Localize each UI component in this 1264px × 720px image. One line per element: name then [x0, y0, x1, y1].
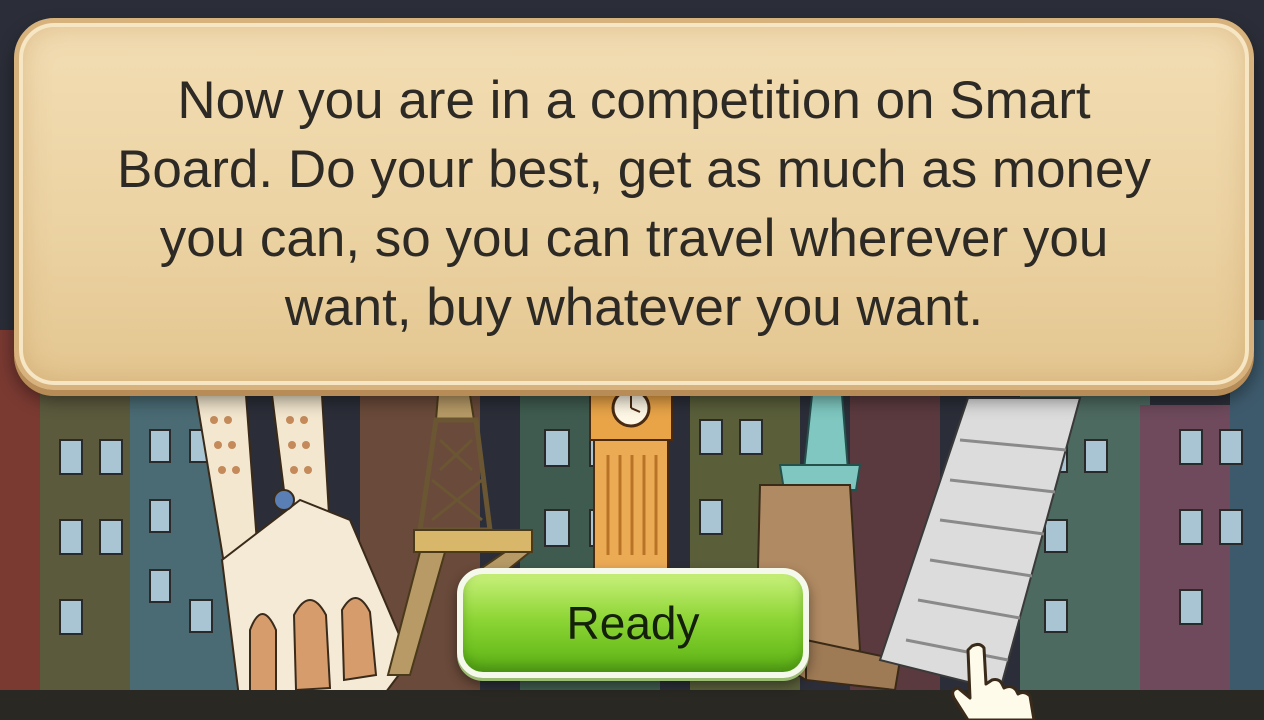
dialog-message: Now you are in a competition on Smart Bo… — [116, 71, 1152, 337]
ground — [0, 690, 1264, 720]
ready-button[interactable]: Ready — [457, 568, 809, 678]
big-ben-landmark — [589, 388, 673, 571]
ready-button-label: Ready — [566, 597, 700, 649]
hand-pointer-icon — [951, 642, 1036, 720]
message-dialog: Now you are in a competition on Smart Bo… — [14, 18, 1254, 390]
